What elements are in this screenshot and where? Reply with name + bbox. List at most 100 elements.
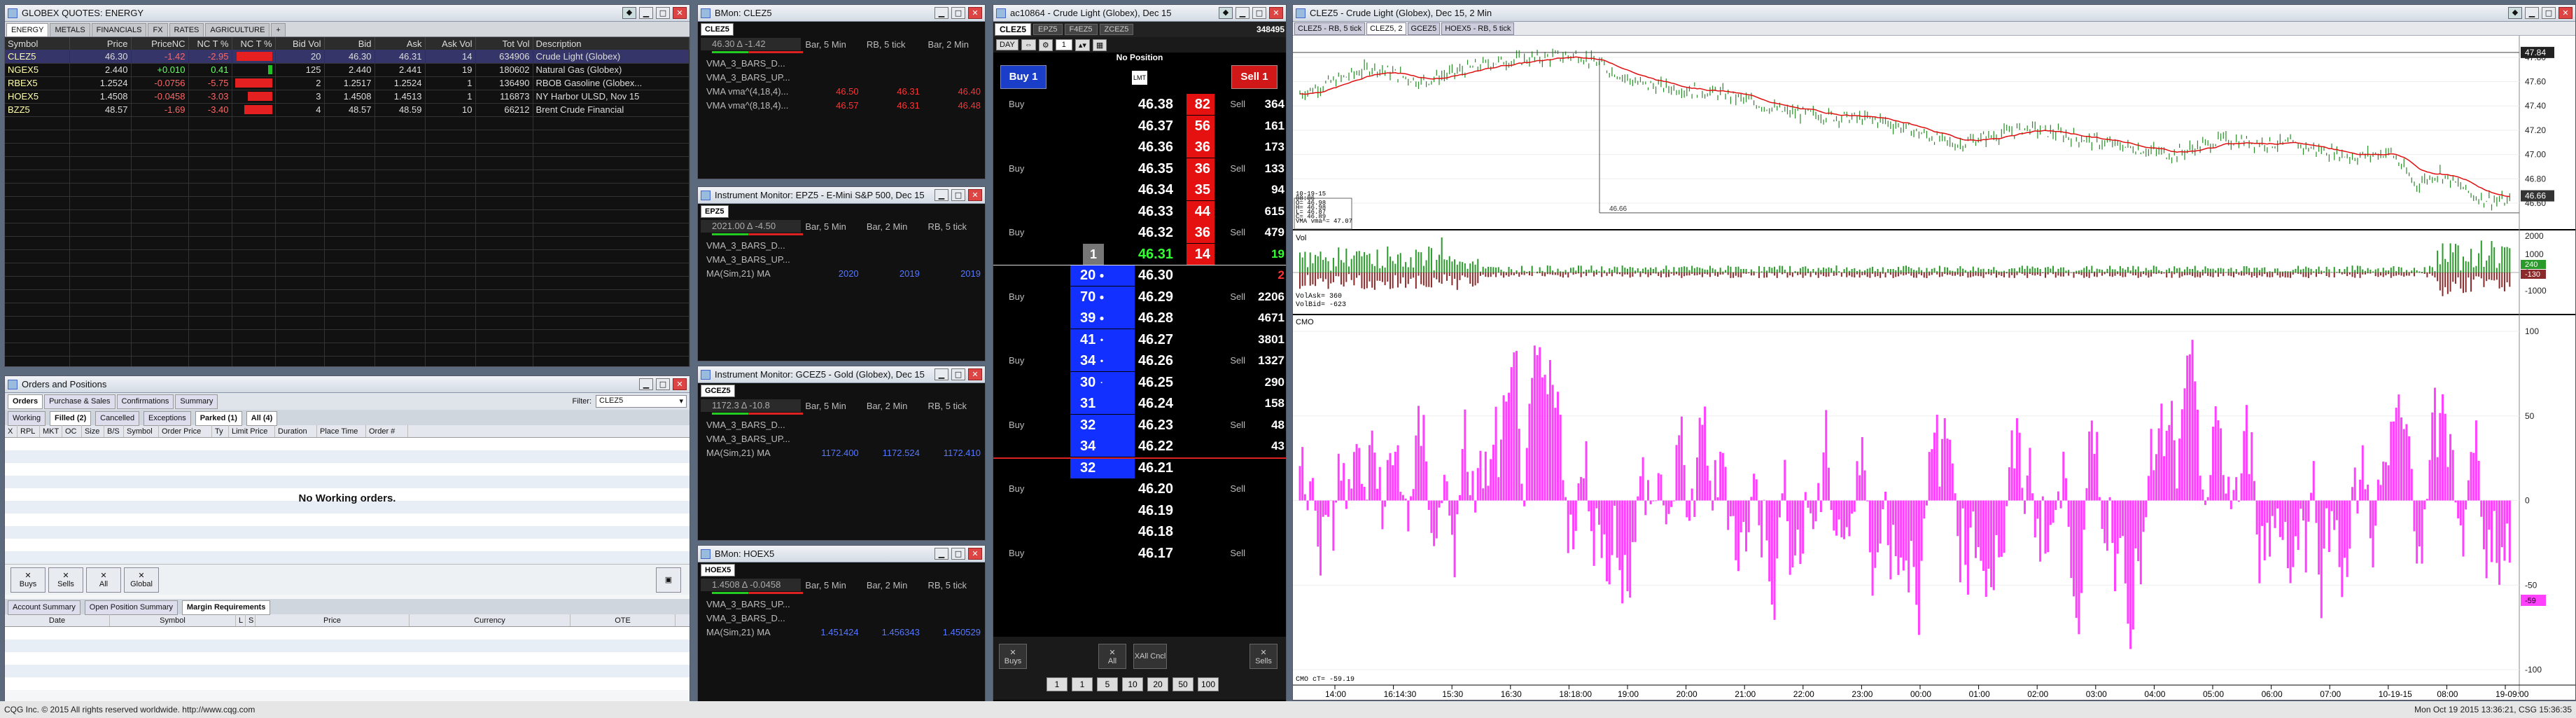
monitor-col-header[interactable]: RB, 5 tick bbox=[923, 580, 985, 591]
monitor-symbol[interactable]: GCEZ5 bbox=[701, 385, 735, 397]
order-type-icon[interactable]: ⇔ bbox=[1021, 39, 1036, 50]
ladder-row[interactable]: 31 46.24 158 bbox=[993, 393, 1286, 414]
monitor-col-header[interactable]: RB, 5 tick bbox=[923, 221, 985, 232]
buy-cell[interactable]: Buy bbox=[1009, 158, 1030, 179]
monitor-symbol[interactable]: HOEX5 bbox=[701, 564, 736, 577]
ladder-row[interactable]: 46.34 35 94 bbox=[993, 179, 1286, 200]
account-col[interactable]: S bbox=[246, 614, 255, 626]
dom-cancel-all-button[interactable]: ✕ All bbox=[1098, 644, 1126, 669]
orders-col[interactable]: Duration bbox=[275, 425, 317, 437]
ladder-price[interactable]: 46.20 bbox=[1105, 478, 1179, 499]
orders-col[interactable]: Limit Price bbox=[229, 425, 275, 437]
empty-quote-row[interactable] bbox=[5, 343, 690, 357]
monitor-study-row[interactable]: VMA_3_BARS_D... bbox=[698, 611, 985, 625]
ladder-row[interactable]: Buy Sell 46.38 82 364 bbox=[993, 94, 1286, 115]
monitor-study-row[interactable]: VMA_3_BARS_D... bbox=[698, 417, 985, 432]
monitor-maximize-button[interactable]: □ bbox=[951, 548, 965, 560]
monitor-col-header[interactable]: Bar, 5 Min bbox=[801, 580, 862, 591]
ladder-price[interactable]: 46.25 bbox=[1105, 372, 1179, 393]
col-nc-pct[interactable]: NC T % bbox=[188, 37, 232, 50]
tab-financials[interactable]: FINANCIALS bbox=[91, 23, 147, 36]
empty-quote-row[interactable] bbox=[5, 236, 690, 250]
orders-close-button[interactable]: ✕ bbox=[673, 378, 687, 390]
minimize-button[interactable]: ▁ bbox=[639, 7, 653, 19]
monitor-close-button[interactable]: ✕ bbox=[968, 7, 982, 19]
quantity-preset-button[interactable]: 1 bbox=[1046, 677, 1068, 691]
dom-tab-f4ez5[interactable]: F4EZ5 bbox=[1064, 24, 1098, 35]
ladder-price[interactable]: 46.35 bbox=[1105, 158, 1179, 179]
ladder-row[interactable]: Buy Sell 32 46.23 48 bbox=[993, 414, 1286, 436]
ladder-row[interactable]: 34 46.22 43 bbox=[993, 436, 1286, 457]
tab-metals[interactable]: METALS bbox=[50, 23, 90, 36]
ladder-row[interactable]: 30 · 46.25 290 bbox=[993, 371, 1286, 393]
quote-row[interactable]: NGEX5 2.440 +0.010 0.41 125 2.440 2.441 19 18060… bbox=[5, 63, 690, 77]
monitor-minimize-button[interactable]: ▁ bbox=[934, 7, 948, 19]
monitor-minimize-button[interactable]: ▁ bbox=[934, 548, 948, 560]
ladder-row[interactable]: 39 ● 46.28 4671 bbox=[993, 308, 1286, 329]
cancel-sells-button[interactable]: ✕ Sells bbox=[48, 567, 83, 593]
quote-row[interactable]: CLEZ5 46.30 -1.42 -2.95 20 46.30 46.31 14 634906… bbox=[5, 50, 690, 64]
buy-cell[interactable]: Buy bbox=[1009, 350, 1030, 371]
maximize-button[interactable]: □ bbox=[656, 7, 670, 19]
ask-size[interactable]: 44 bbox=[1186, 200, 1214, 222]
orders-col[interactable]: Ty bbox=[212, 425, 229, 437]
ask-size[interactable]: 82 bbox=[1186, 94, 1214, 115]
col-symbol[interactable]: Symbol bbox=[5, 37, 70, 50]
sell-market-button[interactable]: Sell 1 bbox=[1231, 65, 1278, 89]
tab-margin-requirements[interactable]: Margin Requirements bbox=[181, 600, 271, 615]
sell-cell[interactable]: Sell bbox=[1219, 222, 1245, 243]
buy-cell[interactable]: Buy bbox=[1009, 286, 1030, 308]
monitor-close-button[interactable]: ✕ bbox=[968, 368, 982, 380]
quantity-preset-button[interactable]: 100 bbox=[1198, 677, 1219, 691]
orders-col[interactable]: Symbol bbox=[124, 425, 159, 437]
quotes-titlebar[interactable]: GLOBEX QUOTES: ENERGY ◆ ▁ □ ✕ bbox=[5, 5, 690, 22]
ladder-row[interactable]: Buy Sell 46.17 bbox=[993, 543, 1286, 564]
ladder-row[interactable]: 46.19 bbox=[993, 500, 1286, 521]
monitor-col-header[interactable]: RB, 5 tick bbox=[923, 401, 985, 411]
buy-cell[interactable]: Buy bbox=[1009, 222, 1030, 243]
quantity-input[interactable]: 1 bbox=[1055, 39, 1072, 50]
empty-quote-row[interactable] bbox=[5, 143, 690, 157]
link-icon[interactable]: ◆ bbox=[1219, 7, 1233, 19]
ladder-price[interactable]: 46.26 bbox=[1105, 350, 1179, 371]
dom-tab-epz5[interactable]: EPZ5 bbox=[1033, 24, 1063, 35]
monitor-symbol[interactable]: CLEZ5 bbox=[701, 23, 734, 36]
quote-row[interactable]: RBEX5 1.2524 -0.0756 -5.75 2 1.2517 1.2524 1 136… bbox=[5, 76, 690, 90]
subtab-cancelled[interactable]: Cancelled bbox=[95, 411, 140, 426]
col-description[interactable]: Description bbox=[533, 37, 690, 50]
ladder-price[interactable]: 46.27 bbox=[1105, 329, 1179, 350]
price-ladder[interactable]: Buy Sell 46.38 82 364 46.37 56 161 46.36 36 173 Buy… bbox=[993, 94, 1286, 563]
orders-col[interactable]: X bbox=[5, 425, 18, 437]
monitor-col-header[interactable]: Bar, 5 Min bbox=[801, 221, 862, 232]
buy-cell[interactable]: Buy bbox=[1009, 478, 1030, 499]
ladder-price[interactable]: 46.24 bbox=[1105, 393, 1179, 414]
chart-minimize-button[interactable]: ▁ bbox=[2525, 7, 2539, 19]
account-col[interactable]: Symbol bbox=[110, 614, 236, 626]
orders-col[interactable]: B/S bbox=[104, 425, 124, 437]
buy-cell[interactable]: Buy bbox=[1009, 415, 1030, 436]
empty-quote-row[interactable] bbox=[5, 196, 690, 210]
empty-quote-row[interactable] bbox=[5, 183, 690, 197]
price-chart-svg[interactable]: 47.8047.6047.4047.2047.0046.8046.6046.66… bbox=[1293, 36, 2575, 700]
ask-size[interactable]: 36 bbox=[1186, 137, 1214, 158]
tab-add[interactable]: + bbox=[271, 23, 286, 36]
settings-icon[interactable]: ⚙ bbox=[1038, 39, 1053, 51]
empty-quote-row[interactable] bbox=[5, 289, 690, 303]
monitor-minimize-button[interactable]: ▁ bbox=[934, 189, 948, 201]
tab-rates[interactable]: RATES bbox=[169, 23, 204, 36]
dom-maximize-button[interactable]: □ bbox=[1252, 7, 1266, 19]
monitor-col-header[interactable]: Bar, 5 Min bbox=[801, 39, 862, 50]
ask-size[interactable]: 56 bbox=[1186, 115, 1214, 137]
ladder-row[interactable]: Buy Sell 46.32 36 479 bbox=[993, 222, 1286, 243]
ask-size[interactable]: 35 bbox=[1186, 179, 1214, 200]
ladder-price[interactable]: 46.33 bbox=[1105, 201, 1179, 222]
ladder-price[interactable]: 46.28 bbox=[1105, 308, 1179, 329]
tab-energy[interactable]: ENERGY bbox=[6, 23, 49, 36]
dom-cancel-all-orders-button[interactable]: XAll Cncl bbox=[1133, 644, 1167, 669]
subtab-working[interactable]: Working bbox=[8, 411, 46, 426]
subtab-filled[interactable]: Filled (2) bbox=[50, 411, 92, 426]
monitor-study-row[interactable]: MA(Sim,21) MA 1.451424 1.456343 1.450529 bbox=[698, 625, 985, 639]
orders-maximize-button[interactable]: □ bbox=[656, 378, 670, 390]
tab-open-position-summary[interactable]: Open Position Summary bbox=[84, 600, 178, 615]
ladder-row[interactable]: 41 • 46.27 3801 bbox=[993, 329, 1286, 350]
